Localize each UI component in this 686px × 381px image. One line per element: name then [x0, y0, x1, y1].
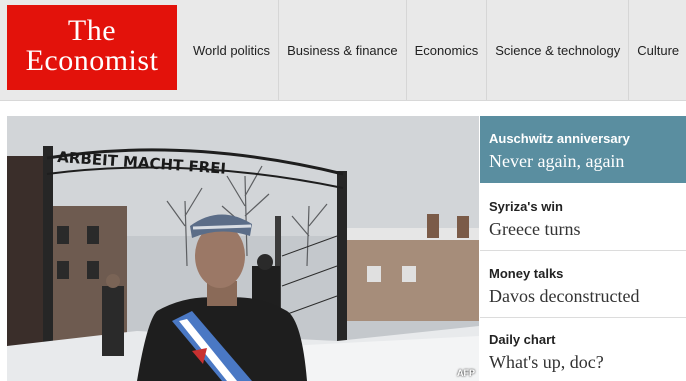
story-kicker: Money talks: [489, 266, 564, 281]
nav-economics[interactable]: Economics: [405, 0, 487, 100]
nav-science-technology[interactable]: Science & technology: [486, 0, 628, 100]
logo-line-2: Economist: [25, 44, 159, 77]
nav-culture[interactable]: Culture: [628, 0, 686, 100]
story-davos[interactable]: Money talks Davos deconstructed: [480, 250, 686, 317]
story-headline: What's up, doc?: [489, 352, 604, 372]
story-auschwitz[interactable]: Auschwitz anniversary Never again, again: [480, 116, 686, 183]
logo-line-1: The: [67, 14, 117, 47]
photo-image: ARBEIT MACHT FREI: [7, 116, 479, 381]
story-syriza[interactable]: Syriza's win Greece turns: [480, 183, 686, 250]
story-kicker: Syriza's win: [489, 199, 563, 214]
story-headline: Greece turns: [489, 219, 581, 239]
story-kicker: Auschwitz anniversary: [489, 131, 630, 146]
site-header: The Economist World politics Business & …: [0, 0, 686, 101]
story-headline: Never again, again: [489, 151, 625, 171]
main-nav: World politics Business & finance Econom…: [185, 0, 686, 100]
photo-credit: AFP: [457, 368, 475, 378]
hero-image[interactable]: ARBEIT MACHT FREI AFP: [7, 116, 479, 381]
nav-business-finance[interactable]: Business & finance: [278, 0, 406, 100]
story-daily-chart[interactable]: Daily chart What's up, doc?: [480, 317, 686, 381]
story-list: Auschwitz anniversary Never again, again…: [480, 116, 686, 381]
story-kicker: Daily chart: [489, 332, 556, 347]
economist-logo[interactable]: The Economist: [7, 5, 177, 90]
story-headline: Davos deconstructed: [489, 286, 640, 306]
nav-world-politics[interactable]: World politics: [185, 0, 278, 100]
